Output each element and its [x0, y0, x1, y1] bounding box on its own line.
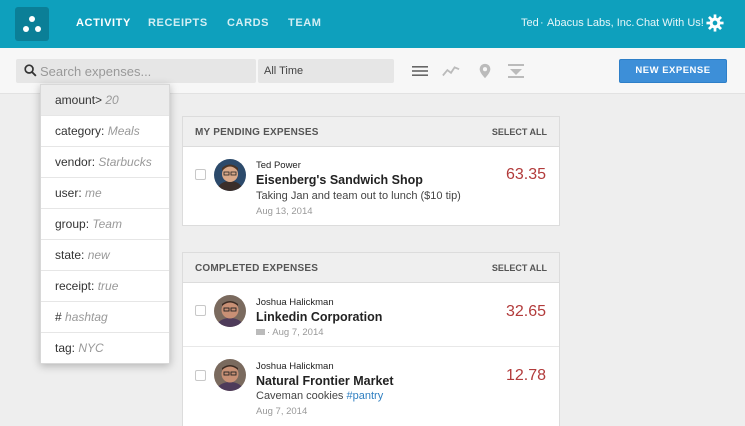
suggestion-example: me [81, 186, 102, 200]
suggestion-hashtag[interactable]: # hashtag [41, 302, 169, 333]
suggestion-group[interactable]: group: Team [41, 209, 169, 240]
suggestion-example: hashtag [61, 310, 108, 324]
suggestion-key: tag: [55, 341, 76, 355]
suggestion-example: new [84, 248, 110, 262]
suggestion-key: state: [55, 248, 85, 262]
logo-icon[interactable] [15, 7, 49, 41]
suggestion-example: NYC [75, 341, 104, 355]
search-suggestions-dropdown: amount> 20 category: Meals vendor: Starb… [40, 84, 170, 364]
trend-icon[interactable] [442, 63, 460, 79]
avatar [214, 159, 246, 191]
user-name[interactable]: Ted [521, 17, 539, 29]
list-view-icon[interactable] [411, 63, 429, 79]
expense-amount: 63.35 [505, 166, 546, 183]
nav-team[interactable]: TEAM [288, 17, 322, 29]
expense-row[interactable]: Ted Power Eisenberg's Sandwich Shop Taki… [183, 147, 559, 225]
merchant-name[interactable]: Natural Frontier Market [256, 374, 394, 388]
expense-row[interactable]: Joshua Halickman Natural Frontier Market… [183, 347, 559, 426]
expense-date-line: · Aug 7, 2014 [256, 327, 324, 338]
expense-date: Aug 7, 2014 [256, 406, 308, 417]
suggestion-example: 20 [102, 93, 119, 107]
nav-activity[interactable]: ACTIVITY [76, 17, 131, 29]
hashtag-link[interactable]: #pantry [347, 390, 384, 402]
suggestion-key: category: [55, 124, 105, 138]
avatar [214, 295, 246, 327]
panel-header: COMPLETED EXPENSES SELECT ALL [183, 253, 559, 283]
merchant-name[interactable]: Linkedin Corporation [256, 310, 382, 324]
pending-expenses-panel: MY PENDING EXPENSES SELECT ALL Ted Power… [182, 116, 560, 226]
expense-description: Caveman cookies #pantry [256, 390, 383, 402]
expense-date: · Aug 7, 2014 [267, 327, 324, 338]
select-all-pending[interactable]: SELECT ALL [492, 127, 547, 137]
separator: · [540, 17, 544, 29]
suggestion-key: user: [55, 186, 82, 200]
row-checkbox[interactable] [195, 305, 206, 316]
suggestion-user[interactable]: user: me [41, 178, 169, 209]
expense-date: Aug 13, 2014 [256, 206, 313, 217]
suggestion-key: vendor: [55, 155, 96, 169]
panel-title: COMPLETED EXPENSES [195, 263, 319, 274]
submitter-name: Ted Power [256, 160, 301, 171]
suggestion-example: Starbucks [95, 155, 152, 169]
top-nav: ACTIVITY RECEIPTS CARDS TEAM Ted · Abacu… [0, 0, 745, 48]
suggestion-amount[interactable]: amount> 20 [41, 85, 169, 116]
panel-title: MY PENDING EXPENSES [195, 127, 319, 138]
select-all-completed[interactable]: SELECT ALL [492, 263, 547, 273]
suggestion-key: group: [55, 217, 90, 231]
suggestion-example: true [94, 279, 119, 293]
suggestion-receipt[interactable]: receipt: true [41, 271, 169, 302]
company-name[interactable]: Abacus Labs, Inc. [547, 17, 634, 29]
completed-expenses-panel: COMPLETED EXPENSES SELECT ALL Joshua Hal… [182, 252, 560, 426]
suggestion-key: receipt: [55, 279, 95, 293]
row-checkbox[interactable] [195, 370, 206, 381]
suggestion-example: Meals [104, 124, 140, 138]
gear-icon[interactable] [706, 14, 724, 32]
search-box[interactable] [16, 59, 256, 83]
search-icon [24, 64, 37, 77]
suggestion-category[interactable]: category: Meals [41, 116, 169, 147]
suggestion-tag[interactable]: tag: NYC [41, 333, 169, 364]
row-checkbox[interactable] [195, 169, 206, 180]
suggestion-vendor[interactable]: vendor: Starbucks [41, 147, 169, 178]
suggestion-key: amount> [55, 93, 103, 107]
suggestion-example: Team [89, 217, 122, 231]
suggestion-state[interactable]: state: new [41, 240, 169, 271]
submitter-name: Joshua Halickman [256, 297, 334, 308]
expense-amount: 12.78 [505, 367, 546, 384]
chat-link[interactable]: Chat With Us! [636, 17, 704, 29]
suggestion-key: # [55, 310, 62, 324]
map-pin-icon[interactable] [476, 63, 494, 79]
expense-amount: 32.65 [505, 303, 546, 320]
search-input[interactable] [40, 59, 250, 83]
merchant-name[interactable]: Eisenberg's Sandwich Shop [256, 173, 423, 187]
download-icon[interactable] [507, 63, 525, 79]
date-filter-select[interactable]: All Time [258, 59, 394, 83]
expense-row[interactable]: Joshua Halickman Linkedin Corporation · … [183, 283, 559, 347]
nav-receipts[interactable]: RECEIPTS [148, 17, 208, 29]
nav-cards[interactable]: CARDS [227, 17, 269, 29]
avatar [214, 359, 246, 391]
new-expense-button[interactable]: NEW EXPENSE [619, 59, 727, 83]
panel-header: MY PENDING EXPENSES SELECT ALL [183, 117, 559, 147]
card-icon [256, 329, 265, 336]
expense-description: Taking Jan and team out to lunch ($10 ti… [256, 190, 461, 202]
submitter-name: Joshua Halickman [256, 361, 334, 372]
description-text: Caveman cookies [256, 390, 347, 402]
